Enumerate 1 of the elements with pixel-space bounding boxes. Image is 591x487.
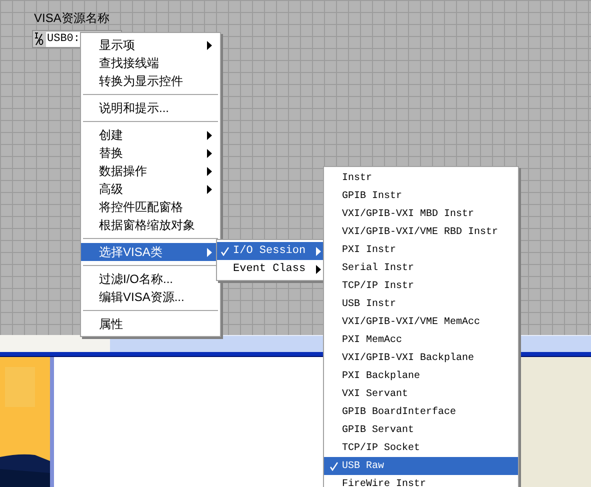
- control-label: VISA资源名称: [34, 11, 110, 25]
